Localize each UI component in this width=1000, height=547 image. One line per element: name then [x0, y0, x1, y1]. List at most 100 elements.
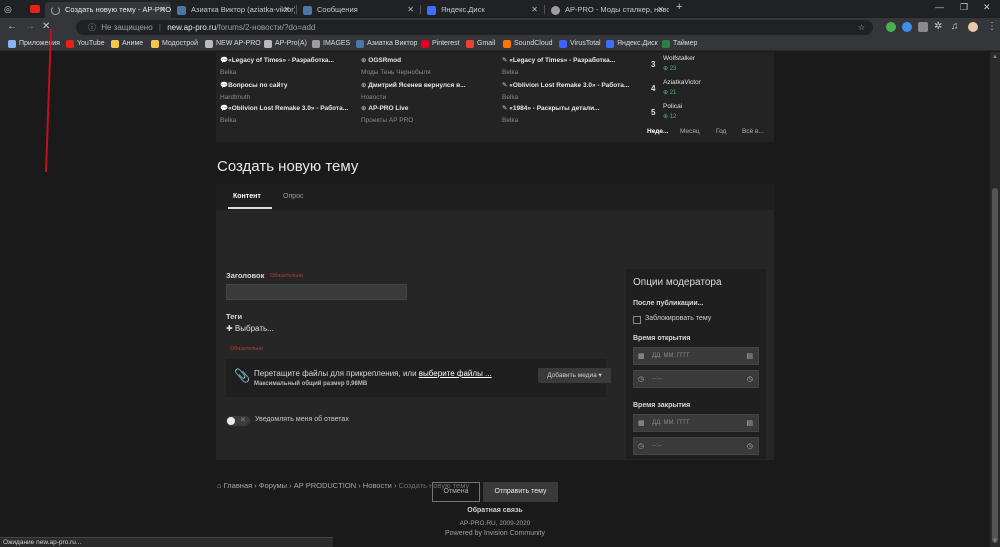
time-picker-icon[interactable]: ◷ [747, 442, 753, 450]
close-time-input[interactable]: ◷ --:-- ◷ [633, 437, 759, 455]
close-tab-icon[interactable]: ✕ [407, 2, 414, 17]
lock-topic-checkbox[interactable] [633, 316, 641, 324]
feedback-link[interactable]: Обратная связь [0, 507, 990, 514]
activity-item[interactable]: ⊕ AP-PRO Live Проекты AP PRO [361, 104, 413, 124]
leader-name[interactable]: Policai [663, 103, 682, 110]
tab-poll[interactable]: Опрос [283, 193, 304, 200]
bookmark-youtube[interactable]: YouTube [66, 38, 105, 50]
restore-button[interactable]: ❐ [960, 2, 968, 13]
youtube-pinned-tab-icon[interactable] [30, 5, 40, 13]
notify-toggle[interactable]: ✕ [226, 416, 250, 426]
yandex-disk-icon [606, 40, 614, 48]
filter-month[interactable]: Месяц [680, 128, 700, 135]
star-icon[interactable]: ☆ [858, 20, 865, 35]
bookmark-new-ap-pro[interactable]: NEW AP-PRO [205, 38, 261, 50]
tags-choose-button[interactable]: ✚ Выбрать... [226, 324, 274, 333]
globe-icon: ⊕ [361, 82, 367, 89]
bookmark-modostroy[interactable]: Модострой [151, 38, 198, 50]
close-tab-icon[interactable]: ✕ [531, 2, 538, 17]
extension-grey-icon[interactable] [918, 22, 928, 32]
page-scrollbar[interactable]: ▲ ▼ [990, 52, 1000, 547]
browser-toolbar: ← → ✕ ⓘ Не защищено | new.ap-pro.ru/foru… [0, 18, 1000, 37]
date-picker-icon[interactable]: ▤ [746, 419, 753, 427]
chat-icon: 💬 [220, 105, 229, 112]
back-icon[interactable]: ← [7, 21, 17, 33]
filter-week[interactable]: Неде... [647, 128, 668, 135]
breadcrumb-current: Создать новую тему [398, 481, 470, 490]
bookmark-images[interactable]: IMAGES [312, 38, 350, 50]
close-date-input[interactable]: ▦ ДД. ММ. ГГГГ ▤ [633, 414, 759, 432]
tab-content[interactable]: Контент [233, 193, 261, 200]
activity-item[interactable]: ⊕ OGSRmod Моды Тень Чернобыля [361, 56, 431, 76]
ap-pro-icon [205, 40, 213, 48]
bookmark-yandex-disk[interactable]: Яндекс.Диск [606, 38, 658, 50]
activity-item[interactable]: 💬Вопросы по сайту Hardtmuth [220, 81, 287, 101]
activity-item[interactable]: 💬«Legacy of Times» - Разработка... Belka [220, 56, 334, 76]
extension-green-icon[interactable] [886, 22, 896, 32]
tab-aziatka[interactable]: Азиатка Виктор (aziatka-viktor) ✕ [171, 2, 295, 18]
scroll-up-icon[interactable]: ▲ [992, 54, 998, 60]
leader-name[interactable]: AziatkaVictor [663, 79, 701, 86]
breadcrumb-news[interactable]: Новости [363, 481, 392, 490]
new-tab-button[interactable]: + [676, 1, 682, 13]
bookmarks-bar: Приложения YouTube Аниме Модострой NEW A… [0, 37, 1000, 51]
pinned-tab-icon[interactable]: ◎ [4, 3, 12, 15]
scrollbar-thumb[interactable] [992, 188, 998, 543]
close-tab-icon[interactable]: ✕ [283, 2, 290, 17]
breadcrumb-forums[interactable]: Форумы [259, 481, 287, 490]
powered-by-link[interactable]: Powered by Invision Community [0, 530, 990, 537]
close-window-button[interactable]: ✕ [983, 2, 991, 13]
time-picker-icon[interactable]: ◷ [747, 375, 753, 383]
edit-icon: ✎ [502, 105, 508, 112]
activity-item[interactable]: ✎ «Oblivion Lost Remake 3.0» - Работа...… [502, 81, 629, 101]
attachment-dropzone[interactable]: 📎 Перетащите файлы для прикрепления, или… [226, 359, 611, 397]
address-bar[interactable]: ⓘ Не защищено | new.ap-pro.ru/forums/2-н… [76, 20, 873, 35]
bookmark-virustotal[interactable]: VirusTotal [559, 38, 601, 50]
title-input[interactable] [226, 284, 407, 300]
gmail-icon [466, 40, 474, 48]
tab-messages[interactable]: Сообщения ✕ [297, 2, 419, 18]
extension-blue-icon[interactable] [902, 22, 912, 32]
breadcrumb-ap-production[interactable]: AP PRODUCTION [294, 481, 356, 490]
notify-label: Уведомлять меня об ответах [255, 416, 349, 423]
close-tab-icon[interactable]: ✕ [657, 2, 664, 17]
bookmark-pinterest[interactable]: Pinterest [421, 38, 460, 50]
activity-item[interactable]: ⊕ Дмитрий Ясенев вернулся в... Новости [361, 81, 466, 101]
menu-icon[interactable]: ⋮ [987, 21, 997, 33]
tab-ap-pro[interactable]: AP-PRO - Моды сталкер, новос ✕ [545, 2, 669, 18]
extensions-icon[interactable]: ✲ [934, 21, 942, 33]
date-picker-icon[interactable]: ▤ [746, 352, 753, 360]
profile-avatar[interactable] [968, 22, 978, 32]
bookmark-aziatka[interactable]: Азиатка Виктор [356, 38, 417, 50]
bookmark-timer[interactable]: Таймер [662, 38, 697, 50]
media-icon[interactable]: ♫ [951, 21, 959, 33]
tab-create-topic[interactable]: Создать новую тему - AP-PRO.R ✕ [45, 2, 171, 18]
leader-score: ⊕ 23 [663, 66, 677, 72]
forward-icon[interactable]: → [25, 21, 35, 33]
scroll-down-icon[interactable]: ▼ [992, 538, 998, 544]
tab-yandex-disk[interactable]: Яндекс.Диск ✕ [421, 2, 543, 18]
choose-files-link[interactable]: выберите файлы ... [419, 369, 492, 378]
activity-item[interactable]: 💬«Oblivion Lost Remake 3.0» - Работа... … [220, 104, 348, 124]
filter-all[interactable]: Всё в... [742, 128, 764, 135]
open-time-input[interactable]: ◷ --:-- ◷ [633, 370, 759, 388]
add-media-button[interactable]: Добавить медиа ▾ [538, 368, 611, 383]
bookmark-gmail[interactable]: Gmail [466, 38, 495, 50]
bookmark-soundcloud[interactable]: SoundCloud [503, 38, 553, 50]
activity-item[interactable]: ✎ «1984» - Раскрыты детали... Belka [502, 104, 600, 124]
bookmark-anime[interactable]: Аниме [111, 38, 143, 50]
bookmark-ap-pro-a[interactable]: AP-Pro(A) [264, 38, 307, 50]
clock-icon: ◷ [638, 443, 645, 450]
close-tab-icon[interactable]: ✕ [159, 2, 166, 17]
open-date-input[interactable]: ▦ ДД. ММ. ГГГГ ▤ [633, 347, 759, 365]
minimize-button[interactable]: — [935, 2, 944, 12]
leader-name[interactable]: Wolfstalker [663, 55, 695, 62]
bookmark-apps[interactable]: Приложения [8, 38, 60, 50]
info-icon[interactable]: ⓘ [88, 23, 96, 32]
chat-icon: 💬 [220, 57, 229, 64]
activity-item[interactable]: ✎ «Legacy of Times» - Разработка... Belk… [502, 56, 615, 76]
filter-year[interactable]: Год [716, 128, 726, 135]
open-time-label: Время открытия [633, 335, 691, 342]
submit-topic-button[interactable]: Отправить тему [483, 482, 558, 502]
breadcrumb-home[interactable]: Главная [224, 481, 253, 490]
